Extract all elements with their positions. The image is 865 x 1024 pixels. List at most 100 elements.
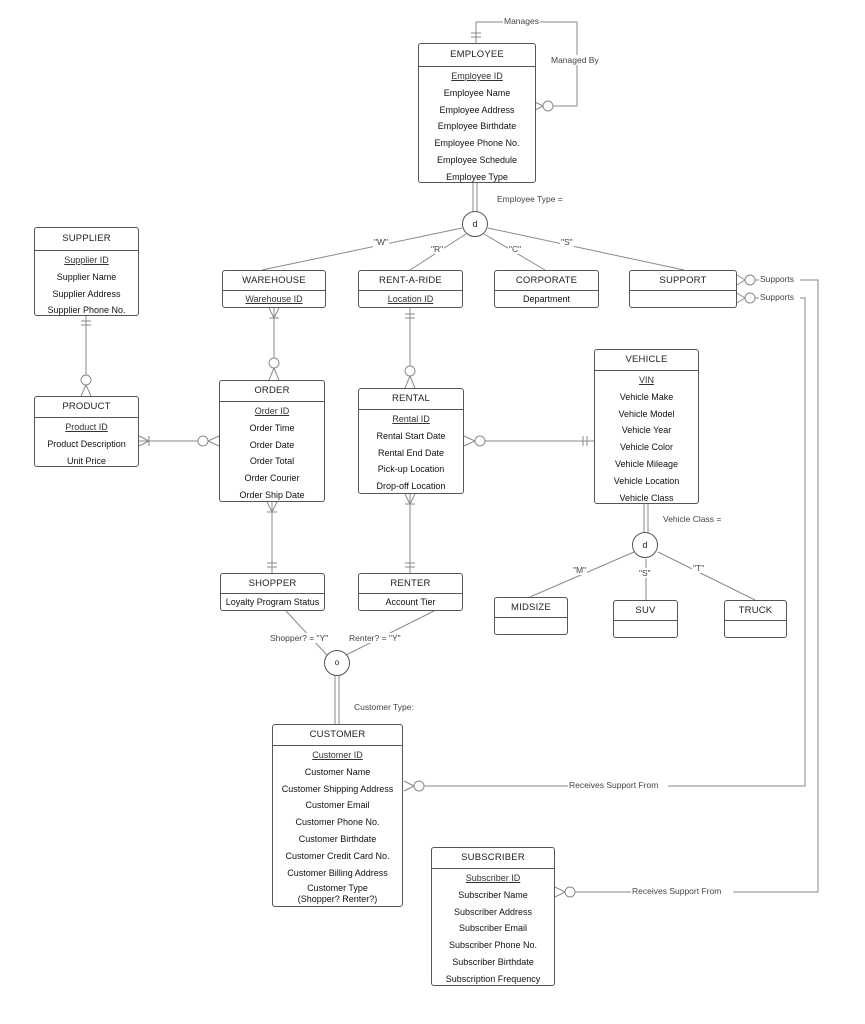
entity-title: TRUCK [725,601,786,621]
attribute: Supplier Address [52,288,121,299]
entity-title: MIDSIZE [495,598,567,618]
attribute: Employee Phone No. [434,138,520,149]
attribute: (Shopper? Renter?) [297,894,378,905]
subtype-value-label: Shopper? = "Y" [269,633,330,643]
entity-employee[interactable]: EMPLOYEE Employee ID Employee Name Emplo… [418,43,536,183]
attribute: Order Total [249,456,295,467]
attribute: Rental Start Date [376,430,446,441]
primary-key: Order ID [254,406,290,416]
subtype-value-label: "T" [692,563,706,573]
attribute: Product Description [47,438,126,449]
entity-rental[interactable]: RENTAL Rental ID Rental Start Date Renta… [358,388,464,494]
discriminator-label: Vehicle Class = [663,514,722,524]
entity-title: WAREHOUSE [223,271,325,291]
attribute: Subscription Frequency [445,973,541,984]
attribute: Supplier Name [56,271,117,282]
attribute: Vehicle Make [619,391,674,402]
primary-key: Product ID [65,422,108,432]
empty-attribute-section [495,618,567,634]
entity-title: SUPPORT [630,271,736,291]
primary-key: Location ID [387,294,434,304]
entity-suv[interactable]: SUV [613,600,678,638]
attribute: Employee Type [446,171,508,182]
entity-rent-a-ride[interactable]: RENT-A-RIDE Location ID [358,270,463,308]
discriminator-label: Customer Type: [354,702,414,712]
entity-product[interactable]: PRODUCT Product ID Product Description U… [34,396,139,467]
entity-title: VEHICLE [595,350,698,371]
entity-midsize[interactable]: MIDSIZE [494,597,568,635]
entity-corporate[interactable]: CORPORATE Department [494,270,599,308]
entity-title: SUPPLIER [35,228,138,251]
entity-title: SHOPPER [221,574,324,594]
subtype-value-label: Renter? = "Y" [348,633,402,643]
primary-key: VIN [638,375,654,385]
entity-order[interactable]: ORDER Order ID Order Time Order Date Ord… [219,380,325,502]
entity-title: RENTER [359,574,462,594]
entity-shopper[interactable]: SHOPPER Loyalty Program Status [220,573,325,611]
primary-key: Rental ID [392,414,430,424]
entity-customer[interactable]: CUSTOMER Customer ID Customer Name Custo… [272,724,403,907]
attribute: Unit Price [66,455,106,466]
disjoint-circle: d [462,211,488,237]
manages-label: Manages [503,16,540,26]
attribute: Employee Name [443,87,511,98]
entity-title: SUV [614,601,677,621]
attribute: Loyalty Program Status [225,597,320,607]
zero-circle [542,100,554,112]
subtype-value-label: "M" [572,565,588,575]
attribute: Vehicle Color [619,442,674,453]
entity-title: PRODUCT [35,397,138,418]
attribute: Customer Credit Card No. [285,850,390,861]
subtype-value-label: "S" [560,237,574,247]
attribute: Employee Address [439,104,515,115]
entity-title: ORDER [220,381,324,402]
empty-attribute-section [725,621,786,637]
entity-supplier[interactable]: SUPPLIER Supplier ID Supplier Name Suppl… [34,227,139,316]
attribute: Vehicle Mileage [614,458,679,469]
attribute: Customer Phone No. [295,817,380,828]
attribute: Customer Email [305,800,370,811]
entity-title: SUBSCRIBER [432,848,554,869]
primary-key: Warehouse ID [245,294,303,304]
attribute: Vehicle Model [618,408,675,419]
attribute: Order Ship Date [239,489,305,500]
discriminator-label: Employee Type = [497,194,563,204]
attribute: Vehicle Class [619,492,674,503]
attribute: Customer Shipping Address [281,783,394,794]
attribute: Account Tier [385,597,436,607]
overlap-circle: o [324,650,350,676]
primary-key: Customer ID [312,750,363,760]
attribute: Rental End Date [377,447,445,458]
subtype-value-label: "W" [373,237,390,247]
attribute: Subscriber Name [458,889,528,900]
entity-renter[interactable]: RENTER Account Tier [358,573,463,611]
subtype-value-label: "R" [430,244,445,254]
empty-attribute-section [614,621,677,637]
entity-support[interactable]: SUPPORT [629,270,737,308]
attribute: Customer Billing Address [287,867,388,878]
entity-title: CORPORATE [495,271,598,291]
empty-attribute-section [630,291,736,307]
entity-warehouse[interactable]: WAREHOUSE Warehouse ID [222,270,326,308]
entity-vehicle[interactable]: VEHICLE VIN Vehicle Make Vehicle Model V… [594,349,699,504]
attribute: Order Date [249,439,295,450]
supports-label: Supports [759,274,796,284]
entity-title: EMPLOYEE [419,44,535,67]
primary-key: Subscriber ID [465,873,521,883]
subtype-value-label: "C" [508,244,523,254]
attribute: Customer Name [304,766,371,777]
attribute: Subscriber Email [458,923,528,934]
attribute: Order Courier [244,473,300,484]
supports-label: Supports [759,292,796,302]
entity-subscriber[interactable]: SUBSCRIBER Subscriber ID Subscriber Name… [431,847,555,986]
attribute: Vehicle Location [613,475,680,486]
primary-key: Supplier ID [64,255,109,265]
entity-truck[interactable]: TRUCK [724,600,787,638]
attribute: Employee Schedule [436,154,518,165]
receives-support-label: Receives Support From [631,886,723,896]
attribute: Subscriber Birthdate [452,956,534,967]
attribute: Subscriber Address [453,906,533,917]
primary-key: Employee ID [451,71,503,81]
attribute: Vehicle Year [621,425,672,436]
attribute: Customer Type [307,883,368,894]
